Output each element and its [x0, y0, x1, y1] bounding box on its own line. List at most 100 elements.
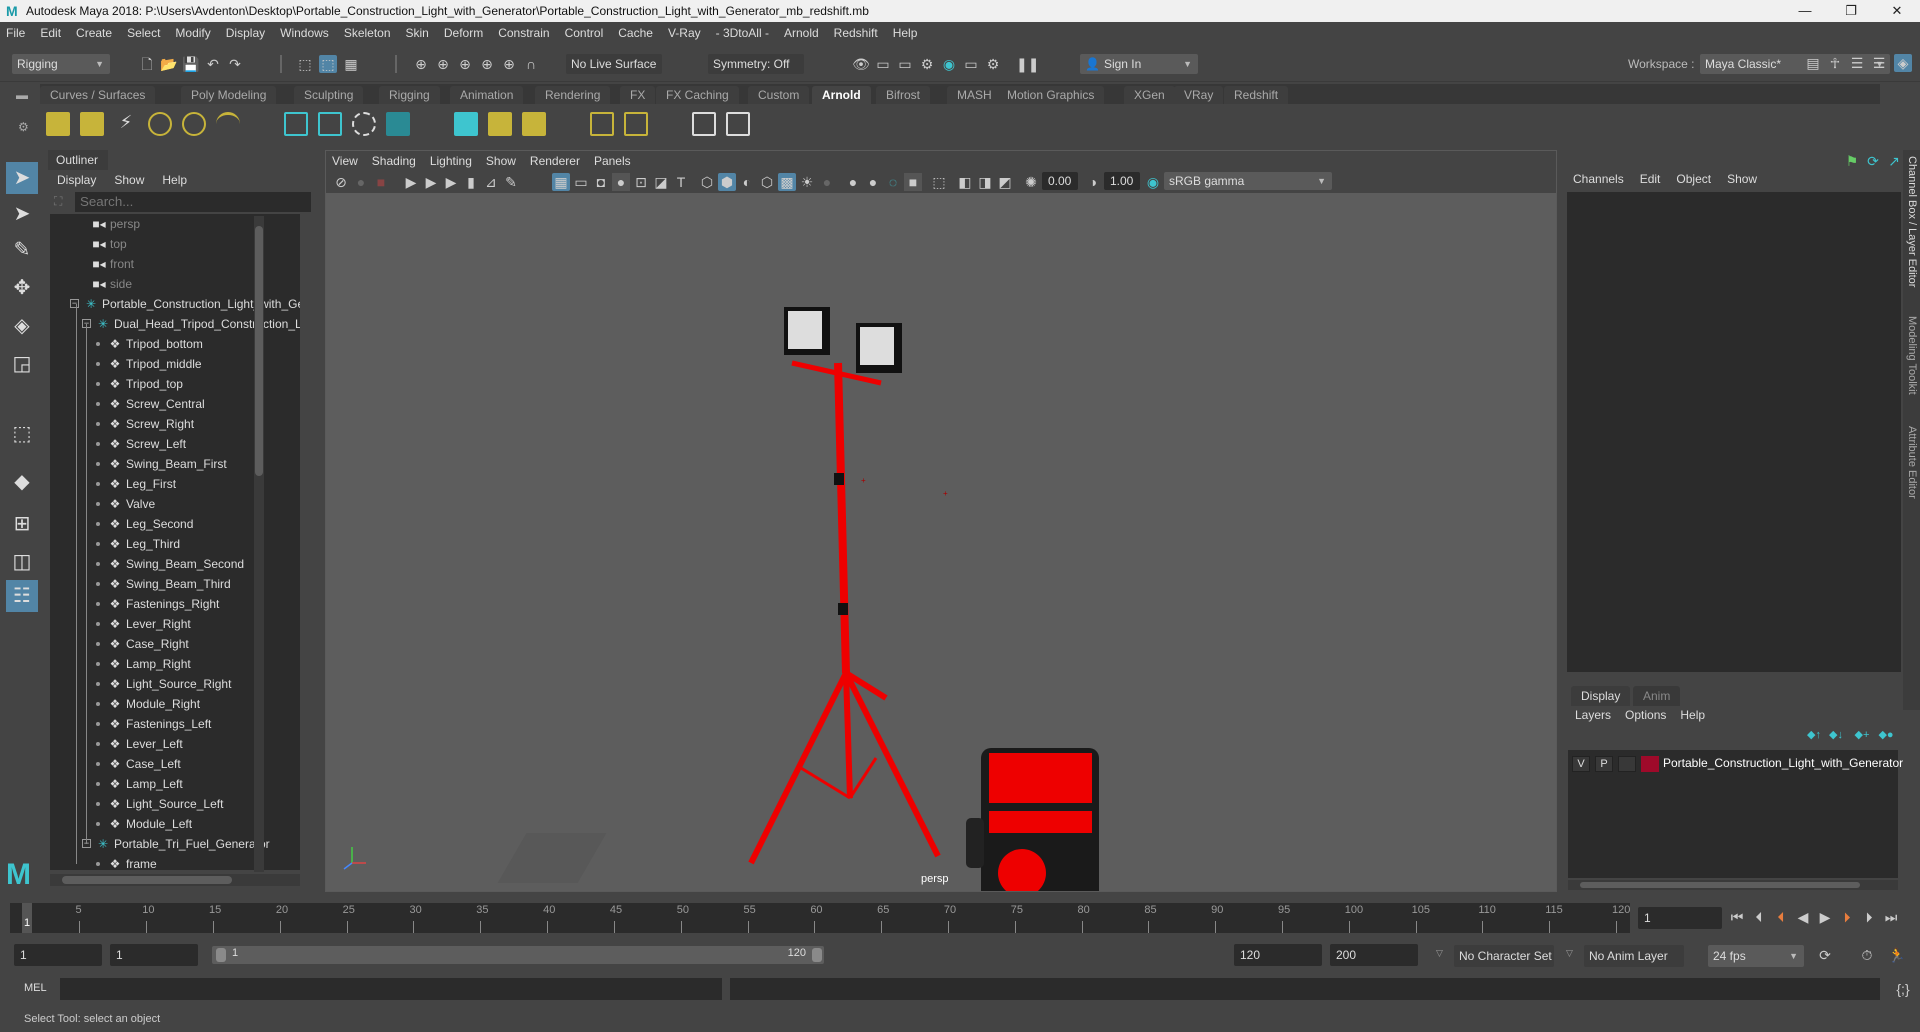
- attribute-editor-icon[interactable]: ☰: [1848, 54, 1866, 72]
- xray-joints-icon[interactable]: ◨: [976, 173, 994, 191]
- maximize-button[interactable]: ❐: [1828, 0, 1874, 22]
- outliner-vertical-scrollbar[interactable]: [254, 216, 264, 872]
- wireframe-icon[interactable]: ⬡: [698, 173, 716, 191]
- render-view-arnold-icon[interactable]: [692, 112, 716, 136]
- outliner-item[interactable]: ❖ Leg_Third: [96, 534, 180, 554]
- curve-collector-icon[interactable]: [386, 112, 410, 136]
- shelf-tab-animation[interactable]: Animation: [450, 86, 524, 104]
- menu-skeleton[interactable]: Skeleton: [344, 26, 391, 40]
- single-perspective-layout-icon[interactable]: ◆: [6, 466, 38, 498]
- outliner-item[interactable]: ❖ Tripod_bottom: [96, 334, 203, 354]
- layer-display-type-toggle[interactable]: [1618, 756, 1636, 772]
- outliner-menu-display[interactable]: Display: [57, 173, 96, 187]
- volume-icon[interactable]: [352, 112, 376, 136]
- shelf-tab-motion-graphics[interactable]: Motion Graphics: [997, 86, 1105, 104]
- layer-name[interactable]: Portable_Construction_Light_with_Generat…: [1663, 756, 1903, 770]
- arnold-rendering-icon[interactable]: [454, 112, 478, 136]
- step-back-key-icon[interactable]: ⏴: [1750, 907, 1768, 927]
- layer-visibility-toggle[interactable]: V: [1572, 756, 1590, 772]
- viewport-menu-panels[interactable]: Panels: [594, 154, 631, 168]
- area-light-icon[interactable]: [46, 112, 70, 136]
- auto-key-icon[interactable]: ⏱: [1858, 946, 1876, 964]
- outliner-item[interactable]: ❖ Valve: [96, 494, 155, 514]
- txmanager-icon[interactable]: [488, 112, 512, 136]
- exposure-field[interactable]: 0.00: [1042, 172, 1078, 190]
- render-setup-icon[interactable]: ▭: [962, 55, 980, 73]
- character-set-dropdown[interactable]: No Character Set: [1454, 945, 1554, 967]
- outliner-item[interactable]: ❖ Tripod_top: [96, 374, 183, 394]
- outliner-layout-icon[interactable]: ☷: [6, 580, 38, 612]
- step-forward-frame-icon[interactable]: ⏵: [1838, 907, 1856, 927]
- menu-control[interactable]: Control: [565, 26, 604, 40]
- smooth-shade-icon[interactable]: ⬢: [718, 173, 736, 191]
- outliner-menu-show[interactable]: Show: [114, 173, 144, 187]
- menu-create[interactable]: Create: [76, 26, 112, 40]
- play-backwards-icon[interactable]: ◀: [1794, 907, 1812, 927]
- outliner-item[interactable]: ❖ Fastenings_Right: [96, 594, 219, 614]
- camera-lock-icon[interactable]: ▶: [422, 173, 440, 191]
- gamma-field[interactable]: 1.00: [1104, 172, 1140, 190]
- safe-action-icon[interactable]: ◪: [652, 173, 670, 191]
- move-manipulator-icon[interactable]: ⚑: [1843, 152, 1861, 170]
- grid-icon[interactable]: ▦: [552, 173, 570, 191]
- safe-title-icon[interactable]: T: [672, 173, 690, 191]
- snap-view-plane-icon[interactable]: ⊕: [478, 55, 496, 73]
- flush-caches-icon[interactable]: [522, 112, 546, 136]
- fps-dropdown[interactable]: 24 fps ▼: [1708, 945, 1804, 967]
- shelf-tab-custom[interactable]: Custom: [748, 86, 810, 104]
- select-objects-icon[interactable]: ⬚: [319, 55, 337, 73]
- use-all-lights-icon[interactable]: ☀: [798, 173, 816, 191]
- symmetry-dropdown[interactable]: Symmetry: Off: [708, 54, 804, 74]
- render-sequence-icon[interactable]: [726, 112, 750, 136]
- layer-horizontal-scrollbar[interactable]: [1568, 880, 1898, 890]
- outliner-item[interactable]: ❖ Lever_Left: [96, 734, 183, 754]
- make-live-icon[interactable]: ⊕: [500, 55, 518, 73]
- bookmarks-icon[interactable]: ▮: [462, 173, 480, 191]
- outliner-item[interactable]: ❖ Case_Right: [96, 634, 189, 654]
- layer-tab-display[interactable]: Display: [1571, 686, 1631, 706]
- scrollbar-thumb[interactable]: [255, 226, 263, 476]
- minimize-button[interactable]: —: [1782, 0, 1828, 22]
- chevron-down-icon[interactable]: ▽: [1436, 948, 1443, 959]
- outliner-horizontal-scrollbar[interactable]: [50, 874, 300, 886]
- outliner-item[interactable]: ❖ Module_Left: [96, 814, 192, 834]
- outliner-item[interactable]: ❖ Lever_Right: [96, 614, 191, 634]
- outliner-item[interactable]: ■◂ persp: [92, 214, 140, 234]
- outliner-item[interactable]: ❖ Leg_Second: [96, 514, 193, 534]
- outliner-tab[interactable]: Outliner: [48, 150, 108, 170]
- outliner-item[interactable]: ❖ Lamp_Left: [96, 774, 183, 794]
- menu-constrain[interactable]: Constrain: [498, 26, 549, 40]
- shelf-tab-vray[interactable]: VRay: [1174, 86, 1224, 104]
- wireframe-on-shaded-icon[interactable]: ⬡: [758, 173, 776, 191]
- open-scene-icon[interactable]: 📂: [160, 55, 178, 73]
- 3d-viewport[interactable]: + + persp: [326, 193, 1556, 918]
- menu-deform[interactable]: Deform: [444, 26, 483, 40]
- shelf-tab-rendering[interactable]: Rendering: [535, 86, 611, 104]
- playback-start-field[interactable]: 1: [110, 944, 198, 966]
- menu-skin[interactable]: Skin: [406, 26, 429, 40]
- scrollbar-thumb[interactable]: [62, 876, 232, 884]
- color-space-dropdown[interactable]: sRGB gamma ▼: [1164, 172, 1332, 190]
- shelf-tab-arnold[interactable]: Arnold: [812, 86, 871, 104]
- play-forwards-icon[interactable]: ▶: [1816, 907, 1834, 927]
- range-slider[interactable]: 1 120: [212, 946, 824, 964]
- viewport-menu-show[interactable]: Show: [486, 154, 516, 168]
- light-manager-icon[interactable]: [590, 112, 614, 136]
- export-standin-icon[interactable]: [318, 112, 342, 136]
- animation-preferences-icon[interactable]: 🏃: [1888, 946, 1906, 964]
- menu-display[interactable]: Display: [226, 26, 265, 40]
- shelf-tab-bifrost[interactable]: Bifrost: [876, 86, 931, 104]
- channel-box-icon[interactable]: ◈: [1894, 54, 1912, 72]
- gamma-icon[interactable]: ◑: [1084, 173, 1102, 191]
- menu-cache[interactable]: Cache: [618, 26, 653, 40]
- viewport-menu-lighting[interactable]: Lighting: [430, 154, 472, 168]
- select-tool-icon[interactable]: ➤: [6, 162, 38, 194]
- redo-icon[interactable]: ↷: [226, 55, 244, 73]
- menu-3dtoall[interactable]: - 3DtoAll -: [716, 26, 769, 40]
- menu-redshift[interactable]: Redshift: [834, 26, 878, 40]
- move-tool-icon[interactable]: ✥: [6, 272, 38, 304]
- paint-select-tool-icon[interactable]: ✎: [6, 234, 38, 266]
- menu-modify[interactable]: Modify: [175, 26, 210, 40]
- lasso-tool-icon[interactable]: ➤: [6, 198, 38, 230]
- outliner-item[interactable]: ■◂ top: [92, 234, 126, 254]
